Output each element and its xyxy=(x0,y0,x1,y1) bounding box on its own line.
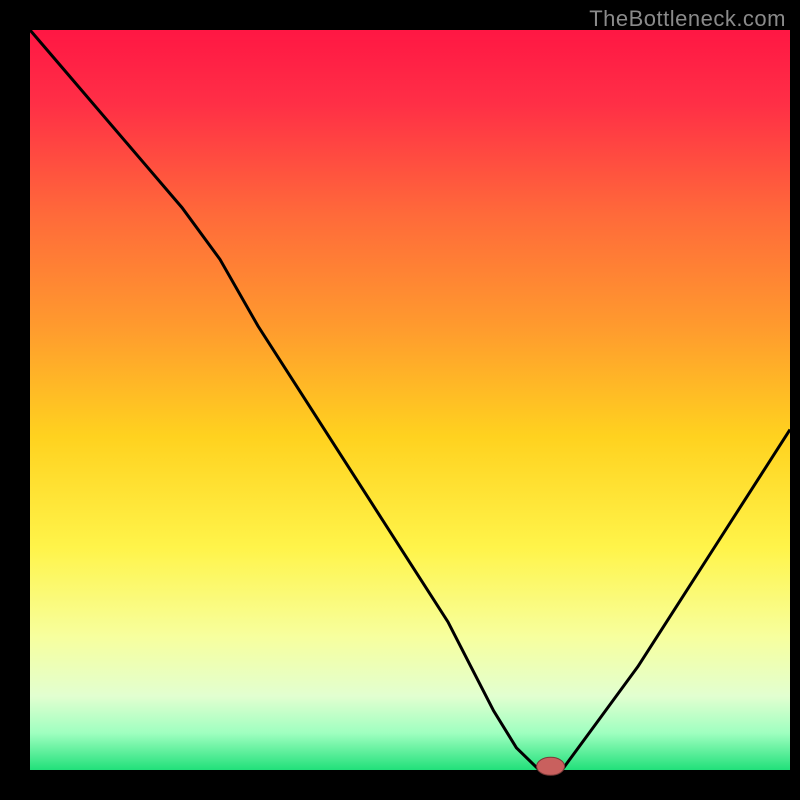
bottleneck-chart xyxy=(0,0,800,800)
plot-background xyxy=(30,30,790,770)
watermark: TheBottleneck.com xyxy=(589,6,786,32)
optimum-marker xyxy=(537,757,565,775)
chart-container: TheBottleneck.com xyxy=(0,0,800,800)
